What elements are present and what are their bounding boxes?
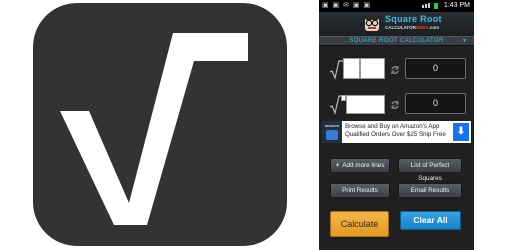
notification-icons: ▣ ▣ ✉ ▣ ▣ [322, 2, 372, 9]
clear-all-button[interactable]: Clear All [400, 211, 461, 230]
radicand-input[interactable] [360, 58, 385, 79]
add-more-lines-button[interactable]: + Add more lines [330, 158, 390, 173]
app-header: Square Root CALCULATORGEEK.com [319, 12, 474, 36]
plus-icon: + [335, 162, 340, 169]
amazon-ad-banner[interactable]: amazon Browse and Buy on Amazon's App Qu… [322, 121, 471, 143]
square-root-app-icon [33, 3, 287, 246]
swap-icon[interactable] [390, 65, 400, 75]
calculator-tab-bar[interactable]: SQUARE ROOT CALCULATOR ▼ [319, 36, 474, 46]
amazon-logo: amazon [322, 121, 342, 143]
app-title: Square Root [385, 14, 442, 24]
ad-text: Browse and Buy on Amazon's App Qualified… [345, 123, 446, 138]
app-subtitle: CALCULATORGEEK.com [385, 25, 440, 30]
dropdown-arrow-icon[interactable]: ▼ [462, 37, 467, 46]
status-bar: ▣ ▣ ✉ ▣ ▣ 1:43 PM [319, 0, 474, 12]
signal-wifi-battery-icons [422, 2, 444, 10]
calculate-button[interactable]: Calculate [330, 211, 389, 237]
radicand-input[interactable] [346, 95, 385, 114]
print-results-button[interactable]: Print Results [330, 183, 390, 198]
status-time: 1:43 PM [443, 2, 470, 9]
download-icon[interactable]: ⬇ [453, 123, 469, 141]
list-perfect-squares-button[interactable]: List of Perfect Squares [398, 158, 462, 182]
tab-title: SQUARE ROOT CALCULATOR [349, 38, 444, 44]
degree-input[interactable] [343, 58, 360, 79]
cart-icon [326, 130, 338, 140]
calc-row: 0 [319, 56, 474, 86]
email-results-button[interactable]: Email Results [398, 183, 462, 198]
calc-row: 0 [319, 91, 474, 121]
geek-mascot-icon [365, 15, 379, 31]
result-field: 0 [405, 93, 466, 114]
swap-icon[interactable] [390, 100, 400, 110]
square-root-icon [60, 33, 248, 225]
result-field: 0 [405, 58, 466, 79]
radical-sign-icon [329, 60, 343, 80]
phone-screen: ▣ ▣ ✉ ▣ ▣ 1:43 PM Square Root CALCULATOR… [319, 0, 474, 250]
